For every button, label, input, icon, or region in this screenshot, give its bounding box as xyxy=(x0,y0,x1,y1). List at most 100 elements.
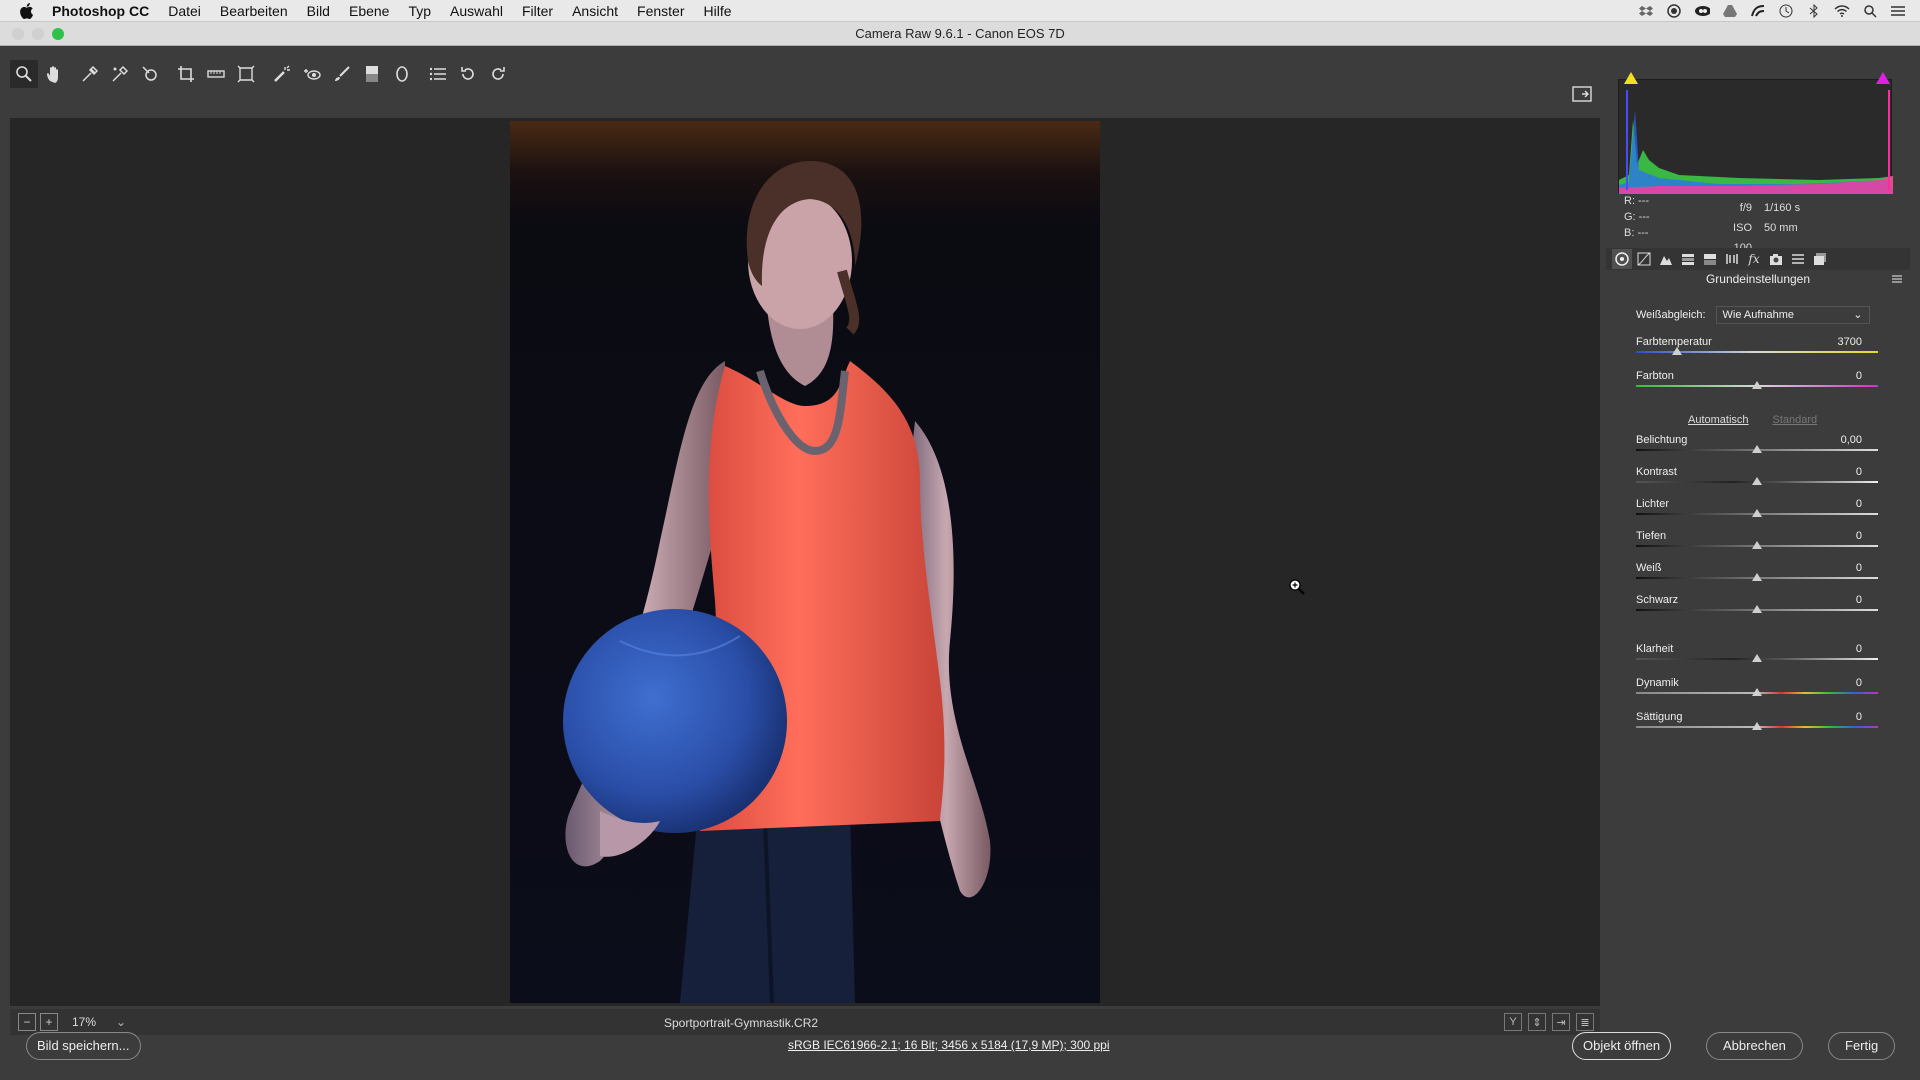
slider-label: Klarheit xyxy=(1636,643,1674,655)
tab-camera-calibration-icon[interactable] xyxy=(1766,249,1786,269)
menu-bearbeiten[interactable]: Bearbeiten xyxy=(220,3,288,19)
slider-thumb[interactable] xyxy=(1752,688,1762,696)
slider-value[interactable]: 0 xyxy=(1856,562,1862,574)
radial-filter-icon[interactable] xyxy=(388,60,416,88)
white-balance-tool-icon[interactable] xyxy=(76,60,104,88)
shadow-clipping-warning-icon[interactable] xyxy=(1624,72,1638,84)
slider-value[interactable]: 0 xyxy=(1856,594,1862,606)
menu-fenster[interactable]: Fenster xyxy=(637,3,684,19)
rotate-right-icon[interactable] xyxy=(484,60,512,88)
before-after-icon[interactable]: Y xyxy=(1504,1013,1522,1031)
tab-hsl-icon[interactable] xyxy=(1678,249,1698,269)
save-image-button[interactable]: Bild speichern... xyxy=(26,1032,141,1060)
rotate-left-icon[interactable] xyxy=(454,60,482,88)
slider-value[interactable]: 0,00 xyxy=(1841,434,1862,446)
menu-ebene[interactable]: Ebene xyxy=(349,3,389,19)
slider-thumb[interactable] xyxy=(1752,381,1762,389)
white-balance-select[interactable]: Wie Aufnahme ⌄ xyxy=(1715,306,1870,324)
spotlight-icon[interactable] xyxy=(1862,4,1878,18)
slider-thumb[interactable] xyxy=(1752,509,1762,517)
auto-button[interactable]: Automatisch xyxy=(1688,414,1749,426)
dropbox-icon[interactable] xyxy=(1638,4,1654,18)
zoom-out-button[interactable]: − xyxy=(18,1013,36,1031)
slider-value[interactable]: 0 xyxy=(1856,711,1862,723)
tab-detail-icon[interactable] xyxy=(1656,249,1676,269)
fullscreen-toggle-icon[interactable] xyxy=(1570,82,1594,106)
standard-button[interactable]: Standard xyxy=(1773,414,1818,426)
tab-snapshots-icon[interactable] xyxy=(1810,249,1830,269)
slider-value[interactable]: 3700 xyxy=(1838,336,1862,348)
tab-split-toning-icon[interactable] xyxy=(1700,249,1720,269)
slider-thumb[interactable] xyxy=(1752,541,1762,549)
hand-tool-icon[interactable] xyxy=(40,60,68,88)
menu-datei[interactable]: Datei xyxy=(168,3,201,19)
tab-basic-icon[interactable] xyxy=(1612,249,1632,269)
tab-presets-icon[interactable] xyxy=(1788,249,1808,269)
wifi-icon[interactable] xyxy=(1834,4,1850,18)
red-eye-removal-tool-icon[interactable] xyxy=(298,60,326,88)
tab-tone-curve-icon[interactable] xyxy=(1634,249,1654,269)
script-icon[interactable] xyxy=(1750,4,1766,18)
menu-auswahl[interactable]: Auswahl xyxy=(450,3,503,19)
zoom-dropdown-icon[interactable]: ⌄ xyxy=(116,1015,126,1029)
auto-standard-row: Automatisch Standard xyxy=(1688,414,1888,426)
slider-value[interactable]: 0 xyxy=(1856,530,1862,542)
menu-typ[interactable]: Typ xyxy=(408,3,431,19)
menu-bild[interactable]: Bild xyxy=(307,3,330,19)
cancel-button[interactable]: Abbrechen xyxy=(1706,1032,1803,1060)
panel-tabs: fx xyxy=(1606,248,1910,270)
zoom-in-button[interactable]: + xyxy=(40,1013,58,1031)
drive-icon[interactable] xyxy=(1722,4,1738,18)
zoom-button[interactable] xyxy=(52,28,64,40)
slider-value[interactable]: 0 xyxy=(1856,466,1862,478)
slider-thumb[interactable] xyxy=(1672,347,1683,355)
adjustment-brush-icon[interactable] xyxy=(328,60,356,88)
transform-tool-icon[interactable] xyxy=(232,60,260,88)
minimize-button[interactable] xyxy=(32,28,44,40)
workflow-options-link[interactable]: sRGB IEC61966-2.1; 16 Bit; 3456 x 5184 (… xyxy=(788,1038,1110,1052)
slider-thumb[interactable] xyxy=(1752,573,1762,581)
targeted-adjustment-tool-icon[interactable] xyxy=(136,60,164,88)
image-preview-area[interactable] xyxy=(10,118,1600,1006)
preferences-icon[interactable] xyxy=(424,60,452,88)
crop-tool-icon[interactable] xyxy=(172,60,200,88)
slider-value[interactable]: 0 xyxy=(1856,370,1862,382)
time-machine-icon[interactable] xyxy=(1778,4,1794,18)
slider-thumb[interactable] xyxy=(1752,605,1762,613)
open-object-button[interactable]: Objekt öffnen xyxy=(1572,1032,1672,1060)
close-button[interactable] xyxy=(12,28,24,40)
chevron-down-icon: ⌄ xyxy=(1853,309,1863,321)
notification-icon[interactable] xyxy=(1890,4,1906,18)
tab-lens-corrections-icon[interactable] xyxy=(1722,249,1742,269)
toggle-settings-icon[interactable]: ≣ xyxy=(1576,1013,1594,1031)
menu-ansicht[interactable]: Ansicht xyxy=(572,3,618,19)
menu-filter[interactable]: Filter xyxy=(522,3,553,19)
white-balance-label: Weißabgleich: xyxy=(1636,309,1706,321)
zoom-level[interactable]: 17% xyxy=(72,1015,112,1029)
menu-hilfe[interactable]: Hilfe xyxy=(703,3,731,19)
slider-thumb[interactable] xyxy=(1752,654,1762,662)
slider-value[interactable]: 0 xyxy=(1856,498,1862,510)
slider-thumb[interactable] xyxy=(1752,722,1762,730)
done-button[interactable]: Fertig xyxy=(1828,1032,1896,1060)
graduated-filter-icon[interactable] xyxy=(358,60,386,88)
panel-menu-icon[interactable] xyxy=(1892,272,1902,286)
zoom-tool-icon[interactable] xyxy=(10,60,38,88)
tab-effects-icon[interactable]: fx xyxy=(1744,249,1764,269)
slider-value[interactable]: 0 xyxy=(1856,677,1862,689)
slider-thumb[interactable] xyxy=(1752,477,1762,485)
swap-icon[interactable]: ⇕ xyxy=(1528,1013,1546,1031)
copy-settings-icon[interactable]: ⇥ xyxy=(1552,1013,1570,1031)
bluetooth-icon[interactable] xyxy=(1806,4,1822,18)
color-sampler-tool-icon[interactable] xyxy=(106,60,134,88)
straighten-tool-icon[interactable] xyxy=(202,60,230,88)
spot-removal-tool-icon[interactable] xyxy=(268,60,296,88)
record-icon[interactable] xyxy=(1666,4,1682,18)
highlight-clipping-warning-icon[interactable] xyxy=(1876,72,1890,84)
slider-thumb[interactable] xyxy=(1752,445,1762,453)
creative-cloud-icon[interactable] xyxy=(1694,4,1710,18)
slider-value[interactable]: 0 xyxy=(1856,643,1862,655)
menu-app-name[interactable]: Photoshop CC xyxy=(52,3,149,19)
photo-preview[interactable] xyxy=(510,121,1100,1003)
apple-icon[interactable] xyxy=(20,2,34,19)
